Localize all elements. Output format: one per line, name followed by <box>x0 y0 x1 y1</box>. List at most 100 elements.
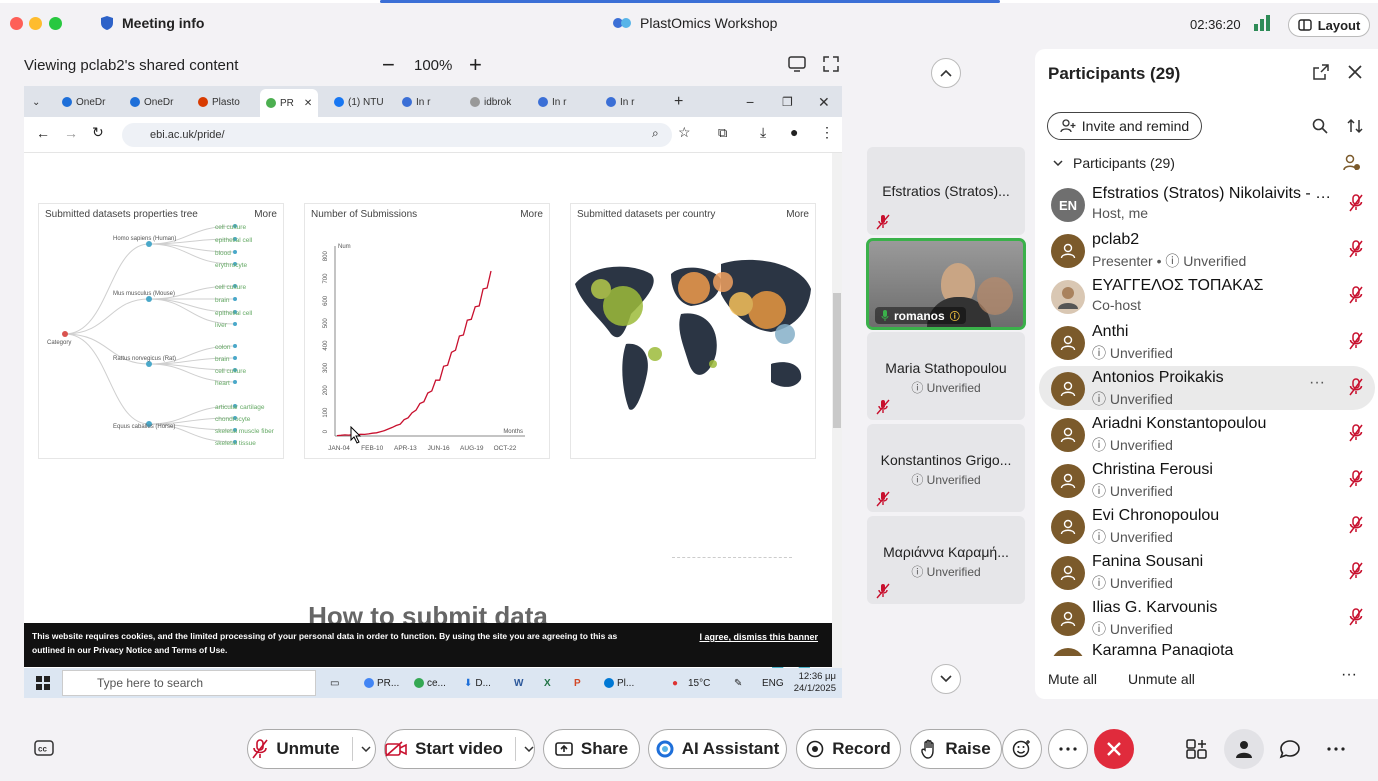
participant-row[interactable]: Fanina Sousani ⓘ Unverified <box>1039 550 1375 594</box>
panel-more-options-icon[interactable]: ··· <box>1341 666 1357 684</box>
record-button[interactable]: Record <box>796 729 901 769</box>
more-panels-icon[interactable] <box>1327 747 1345 751</box>
taskbar-app[interactable]: Pl... <box>604 673 634 693</box>
shared-screen[interactable]: ⌄ OneDr OneDr Plasto PR ✕ (1) NTU In r id… <box>24 86 842 698</box>
card-more-link[interactable]: More <box>786 209 809 220</box>
taskbar-app[interactable]: ce... <box>414 673 446 693</box>
more-options-button[interactable] <box>1048 729 1088 769</box>
participant-tile[interactable]: Μαριάννα Καραμή... ⓘ Unverified <box>867 516 1025 604</box>
pen-icon[interactable]: ✎ <box>734 673 742 693</box>
participant-row[interactable]: ΕΥΑΓΓΕΛΟΣ ΤΟΠΑΚΑΣ Co-host <box>1039 274 1375 318</box>
browser-tab[interactable]: Plasto <box>198 92 240 112</box>
invite-and-remind-button[interactable]: Invite and remind <box>1047 112 1202 140</box>
participant-row[interactable]: Anthi ⓘ Unverified <box>1039 320 1375 364</box>
word-icon[interactable]: W <box>514 673 523 693</box>
browser-close-icon[interactable]: ✕ <box>818 92 830 112</box>
participant-tile[interactable]: Konstantinos Grigo... ⓘ Unverified <box>867 424 1025 512</box>
share-button[interactable]: Share <box>543 729 640 769</box>
unmute-all-button[interactable]: Unmute all <box>1128 671 1195 687</box>
url-field[interactable]: ebi.ac.uk/pride/ <box>122 123 672 147</box>
strip-scroll-up-button[interactable] <box>931 58 961 88</box>
language-indicator[interactable]: ENG <box>762 673 784 693</box>
sort-icon[interactable] <box>1347 118 1363 134</box>
participant-tile[interactable]: Efstratios (Stratos)... <box>867 147 1025 235</box>
participant-row[interactable]: Antonios Proikakis ⓘ Unverified ··· <box>1039 366 1375 410</box>
taskbar-app[interactable]: PR... <box>364 673 399 693</box>
reload-icon[interactable]: ↻ <box>92 124 104 141</box>
muted-mic-icon[interactable] <box>1349 516 1363 534</box>
muted-mic-icon[interactable] <box>1349 240 1363 258</box>
taskbar-search-field[interactable]: Type here to search <box>62 670 316 696</box>
muted-mic-icon[interactable] <box>1349 424 1363 442</box>
browser-tab[interactable]: OneDr <box>62 92 105 112</box>
muted-mic-icon[interactable] <box>1349 562 1363 580</box>
participant-row[interactable]: Christina Ferousi ⓘ Unverified <box>1039 458 1375 502</box>
browser-tab[interactable]: In r <box>538 92 566 112</box>
zoom-out-button[interactable]: − <box>382 52 395 78</box>
browser-tab[interactable]: OneDr <box>130 92 173 112</box>
unmute-button[interactable]: Unmute <box>247 729 376 769</box>
mute-all-button[interactable]: Mute all <box>1048 671 1097 687</box>
muted-mic-icon[interactable] <box>1349 470 1363 488</box>
apps-icon[interactable] <box>1186 739 1208 759</box>
new-tab-icon[interactable]: + <box>674 92 683 112</box>
active-speaker-video[interactable]: romanos ⓘ <box>866 238 1026 330</box>
chat-icon[interactable] <box>1279 739 1301 759</box>
maximize-window-button[interactable] <box>49 17 62 30</box>
card-more-link[interactable]: More <box>254 209 277 220</box>
participant-row[interactable]: EN Efstratios (Stratos) Nikolaivits - N..… <box>1039 182 1375 226</box>
tab-list-chevron-icon[interactable]: ⌄ <box>32 92 40 112</box>
taskbar-app[interactable]: ⬇ D... <box>464 673 491 693</box>
leave-meeting-button[interactable] <box>1094 729 1134 769</box>
powerpoint-icon[interactable]: P <box>574 673 581 693</box>
zoom-page-icon[interactable]: ⌕ <box>652 126 659 141</box>
participant-row[interactable]: pclab2 Presenter • ⓘ Unverified <box>1039 228 1375 272</box>
browser-tab[interactable]: (1) NTU <box>334 92 384 112</box>
profile-icon[interactable]: ● <box>790 124 798 140</box>
network-health-icon[interactable] <box>1252 13 1272 33</box>
layout-button[interactable]: Layout <box>1288 13 1370 37</box>
minimize-window-button[interactable] <box>29 17 42 30</box>
browser-restore-icon[interactable]: ❐ <box>782 92 793 112</box>
chevron-down-icon[interactable] <box>524 746 534 752</box>
page-scrollbar[interactable] <box>832 153 842 668</box>
participant-more-icon[interactable]: ··· <box>1309 374 1325 392</box>
browser-tab[interactable]: In r <box>606 92 634 112</box>
participant-row[interactable]: Ilias G. Karvounis ⓘ Unverified <box>1039 596 1375 640</box>
closed-captions-icon[interactable]: cc <box>34 740 54 756</box>
browser-minimize-icon[interactable]: − <box>746 92 754 112</box>
pop-out-share-icon[interactable] <box>788 56 806 72</box>
participant-row[interactable]: Karamna Panagiota <box>1039 642 1375 656</box>
close-window-button[interactable] <box>10 17 23 30</box>
participants-toggle-button[interactable] <box>1224 729 1264 769</box>
browser-tab-active[interactable]: PR ✕ <box>260 89 319 117</box>
download-icon[interactable]: ⤓ <box>760 124 766 141</box>
bookmark-star-icon[interactable]: ☆ <box>678 124 691 141</box>
close-panel-icon[interactable] <box>1348 65 1362 79</box>
zoom-in-button[interactable]: + <box>469 52 482 78</box>
reactions-button[interactable] <box>1002 729 1042 769</box>
muted-mic-icon[interactable] <box>1349 378 1363 396</box>
browser-menu-icon[interactable]: ⋮ <box>820 124 834 141</box>
excel-icon[interactable]: X <box>544 673 551 693</box>
forward-icon[interactable]: → <box>64 125 78 141</box>
participant-row[interactable]: Evi Chronopoulou ⓘ Unverified <box>1039 504 1375 548</box>
ai-assistant-button[interactable]: AI Assistant <box>648 729 787 769</box>
participants-list-header[interactable]: Participants (29) <box>1053 155 1175 171</box>
task-view-icon[interactable]: ▭ <box>330 673 339 693</box>
chevron-down-icon[interactable] <box>361 746 371 752</box>
participant-tile[interactable]: Maria Stathopoulou ⓘ Unverified <box>867 332 1025 420</box>
start-video-button[interactable]: Start video <box>384 729 535 769</box>
back-icon[interactable]: ← <box>36 125 50 141</box>
fullscreen-icon[interactable] <box>823 56 839 72</box>
muted-mic-icon[interactable] <box>1349 194 1363 212</box>
muted-mic-icon[interactable] <box>1349 286 1363 304</box>
meeting-info-button[interactable]: Meeting info <box>100 15 204 31</box>
pop-out-panel-icon[interactable] <box>1313 64 1329 80</box>
extensions-icon[interactable]: ⧉ <box>718 125 727 141</box>
participant-row[interactable]: Ariadni Konstantopoulou ⓘ Unverified <box>1039 412 1375 456</box>
close-tab-icon[interactable]: ✕ <box>304 98 312 109</box>
participant-settings-icon[interactable] <box>1343 154 1361 172</box>
muted-mic-icon[interactable] <box>1349 332 1363 350</box>
windows-start-icon[interactable] <box>36 676 50 690</box>
